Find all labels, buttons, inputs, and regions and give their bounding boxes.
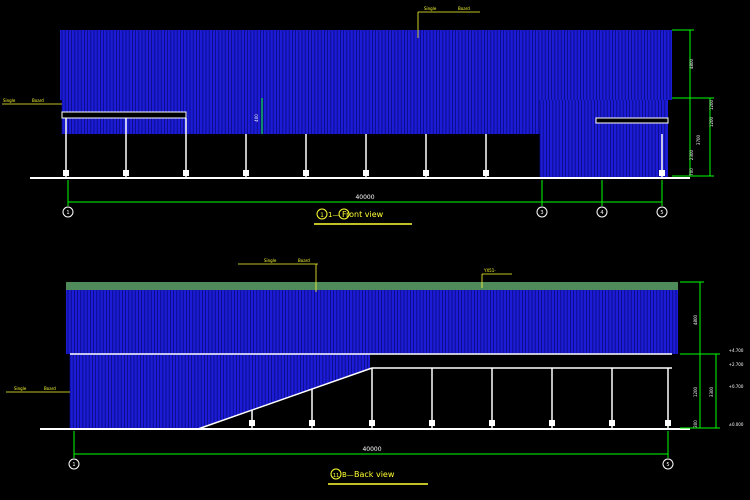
front-title-text: Front view bbox=[342, 210, 384, 219]
front-column-base bbox=[183, 170, 189, 176]
back-right-dim-labels: 4800 3300 1200 300 bbox=[693, 314, 714, 427]
back-callout-top-a: Single bbox=[264, 258, 277, 263]
back-axis-bubbles: 15 bbox=[68, 458, 674, 470]
back-right-dim-label: 4800 bbox=[693, 314, 698, 325]
front-column-base bbox=[483, 170, 489, 176]
back-column-base bbox=[309, 420, 315, 426]
front-right-dim-label: 3700 bbox=[696, 134, 701, 145]
back-level-label: ±0.000 bbox=[729, 422, 744, 427]
front-column-base bbox=[659, 170, 665, 176]
front-callout-left-a: Single bbox=[3, 98, 16, 103]
back-right-dim-label: 1200 bbox=[693, 386, 698, 397]
front-column-base bbox=[363, 170, 369, 176]
back-column-base bbox=[429, 420, 435, 426]
back-column-base bbox=[249, 420, 255, 426]
front-axis-bubble-label: 1 bbox=[66, 210, 69, 216]
back-title-prefix: B— bbox=[342, 471, 354, 479]
front-column-base bbox=[63, 170, 69, 176]
front-axis-bubble-label: 5 bbox=[660, 210, 663, 216]
front-callout-top-a: Single bbox=[424, 6, 437, 11]
back-callout-left-a: Single bbox=[14, 386, 27, 391]
back-right-dim-label: 300 bbox=[693, 420, 698, 428]
front-title-axis: 1 bbox=[320, 212, 324, 219]
front-right-dim-label: 1200 bbox=[709, 99, 714, 110]
back-title-axis: 11 bbox=[333, 473, 339, 479]
back-view-title: 11 B— Back view bbox=[328, 468, 428, 485]
front-view-title: 1 1— Front view bbox=[314, 208, 412, 225]
back-column-base bbox=[609, 420, 615, 426]
front-left-canopy bbox=[61, 111, 187, 119]
back-open-area bbox=[372, 354, 672, 428]
back-dim-overall: 40000 bbox=[362, 446, 381, 453]
back-level-label: +0.700 bbox=[729, 384, 744, 389]
back-column-base bbox=[369, 420, 375, 426]
back-level-label: +2.700 bbox=[729, 362, 744, 367]
front-right-dim-label: 700 bbox=[689, 168, 694, 176]
front-column-base bbox=[123, 170, 129, 176]
back-callout-top-b: Board bbox=[298, 258, 310, 263]
back-column-base bbox=[665, 420, 671, 426]
front-view: 40000 400 4800 1200 1200 37002300 700 Single… bbox=[2, 6, 714, 225]
front-right-dim-label: 2300 bbox=[689, 149, 694, 160]
back-axis-bubble-label: 5 bbox=[666, 462, 669, 468]
back-callout-left-b: Board bbox=[44, 386, 56, 391]
front-right-canopy bbox=[595, 117, 669, 124]
back-level-marks: +4.700 +2.700 +0.700 ±0.000 bbox=[729, 348, 744, 427]
back-ridge-strip bbox=[66, 282, 678, 290]
back-right-dim-label: 3300 bbox=[709, 386, 714, 397]
front-column-base bbox=[303, 170, 309, 176]
back-axis-bubble-label: 1 bbox=[72, 462, 75, 468]
back-title-text: Back view bbox=[354, 470, 395, 479]
front-axis-bubble-label: 4 bbox=[600, 210, 603, 216]
back-view: 40000 4800 3300 1200 300 +4.700 +2.700 +0.700… bbox=[6, 258, 744, 485]
front-right-dim-label: 1200 bbox=[709, 116, 714, 127]
front-dim-overall: 40000 bbox=[355, 194, 374, 201]
front-callout-left-b: Board bbox=[32, 98, 44, 103]
back-level-label: +4.700 bbox=[729, 348, 744, 353]
front-column-base bbox=[423, 170, 429, 176]
front-column-base bbox=[243, 170, 249, 176]
back-callout-ridge: YX51- bbox=[483, 268, 496, 273]
back-column-base bbox=[549, 420, 555, 426]
front-axis-bubble-label: 3 bbox=[540, 210, 543, 216]
front-mid-dim-label: 400 bbox=[254, 114, 259, 122]
front-callout-top-b: Board bbox=[458, 6, 470, 11]
front-title-prefix: 1— bbox=[328, 211, 339, 219]
cad-elevation-drawing: 40000 400 4800 1200 1200 37002300 700 Single… bbox=[2, 6, 744, 485]
front-right-dim-label: 4800 bbox=[689, 58, 694, 69]
back-column-base bbox=[489, 420, 495, 426]
